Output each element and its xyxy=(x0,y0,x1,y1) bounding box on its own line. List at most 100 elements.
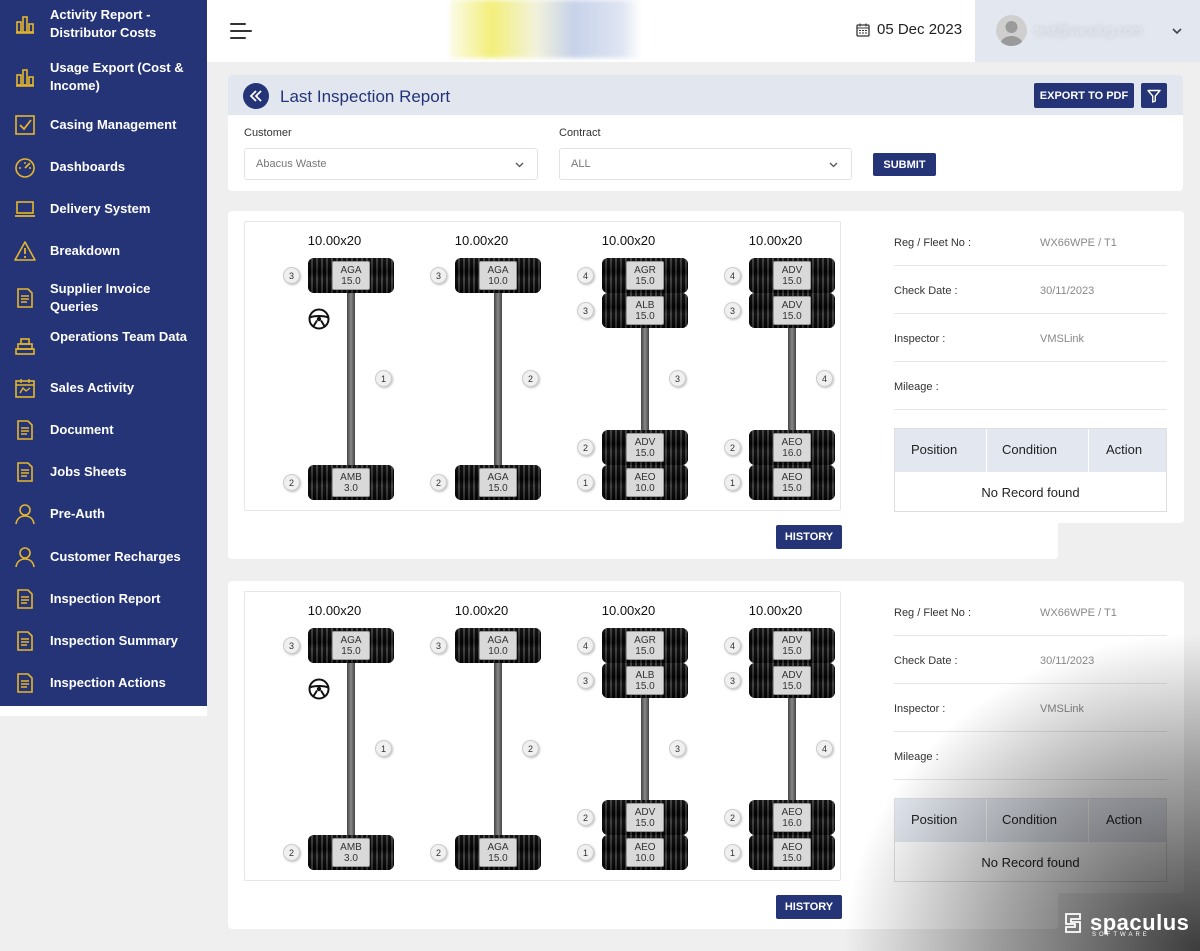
tyre[interactable]: ALB 15.0 xyxy=(602,663,688,698)
axle-number-badge: 2 xyxy=(522,370,539,387)
tyre[interactable]: AGA 15.0 xyxy=(308,628,394,663)
info-row-check-date: Check Date : 30/11/2023 xyxy=(894,636,1167,684)
tyre-position-badge: 2 xyxy=(430,844,447,861)
tyre-position-badge: 2 xyxy=(577,439,594,456)
tyre[interactable]: AGR 15.0 xyxy=(602,628,688,663)
tyre-position-badge: 2 xyxy=(724,439,741,456)
export-pdf-button[interactable]: EXPORT TO PDF xyxy=(1034,83,1134,108)
tyre-info-label: ADV 15.0 xyxy=(773,666,811,695)
menu-toggle-icon[interactable] xyxy=(229,19,253,43)
submit-button[interactable]: SUBMIT xyxy=(873,153,936,176)
page-title: Last Inspection Report xyxy=(280,87,451,106)
column-header-position[interactable]: Position xyxy=(911,442,957,457)
tyre[interactable]: ADV 15.0 xyxy=(749,663,835,698)
sidebar-item-inspection-report[interactable]: Inspection Report xyxy=(0,581,207,617)
tyre[interactable]: ADV 15.0 xyxy=(749,628,835,663)
tyre[interactable]: AEO 16.0 xyxy=(749,800,835,835)
column-header-position[interactable]: Position xyxy=(911,812,957,827)
customer-select[interactable]: Abacus Waste xyxy=(244,148,538,180)
tread-depth: 3.0 xyxy=(344,483,358,494)
axle-shaft xyxy=(494,282,502,482)
axle-diagram: 10.00x20 1 AGA 15.0 3 AMB 3.0 2 10.00x20 2 AGA 10.0… xyxy=(244,221,841,511)
inspection-info-card: Reg / Fleet No : WX66WPE / T1 Check Date :… xyxy=(878,581,1184,893)
sidebar-item-operations-team-data[interactable]: Operations Team Data xyxy=(0,328,207,364)
sidebar-item-label: Pre-Auth xyxy=(50,506,105,521)
tyre[interactable]: AMB 3.0 xyxy=(308,465,394,500)
chevron-down-icon[interactable] xyxy=(1170,24,1184,38)
tyre[interactable]: AEO 10.0 xyxy=(602,835,688,870)
contract-select[interactable]: ALL xyxy=(559,148,852,180)
inspector-value: VMSLink xyxy=(1040,703,1085,715)
axle-4: 10.00x20 4 ADV 15.0 4 ADV 15.0 3 AEO 16.0 2 AEO 15.0… xyxy=(702,222,849,512)
tyre-info-label: AEO 10.0 xyxy=(626,838,664,867)
tyre-info-label: AGA 10.0 xyxy=(479,261,517,290)
tyre[interactable]: ADV 15.0 xyxy=(749,258,835,293)
sidebar-item-delivery-system[interactable]: Delivery System xyxy=(0,191,207,227)
history-button[interactable]: HISTORY xyxy=(776,895,842,919)
customer-label: Customer xyxy=(244,127,292,139)
tyre[interactable]: AGA 15.0 xyxy=(455,465,541,500)
column-header-action[interactable]: Action xyxy=(1106,442,1142,457)
sidebar-item-pre-auth[interactable]: Pre-Auth xyxy=(0,496,207,532)
reg-fleet-label: Reg / Fleet No : xyxy=(894,607,972,619)
tyre-code: AGA xyxy=(487,265,509,276)
back-button[interactable] xyxy=(243,83,269,109)
inspector-label: Inspector : xyxy=(894,333,946,345)
document-icon xyxy=(13,587,37,611)
watermark-name: spaculus xyxy=(1090,910,1190,935)
tyre-position-badge: 1 xyxy=(724,844,741,861)
tyre[interactable]: ALB 15.0 xyxy=(602,293,688,328)
tyre-code: AGR xyxy=(634,635,656,646)
sidebar-item-inspection-actions[interactable]: Inspection Actions xyxy=(0,665,207,701)
sidebar-item-supplier-invoice-queries[interactable]: Supplier Invoice Queries xyxy=(0,280,207,316)
tyre[interactable]: ADV 15.0 xyxy=(749,293,835,328)
tyre[interactable]: AEO 15.0 xyxy=(749,465,835,500)
column-header-action[interactable]: Action xyxy=(1106,812,1142,827)
sidebar-item-label: Inspection Report xyxy=(50,591,161,606)
tyre-size-label: 10.00x20 xyxy=(454,233,509,248)
tyre[interactable]: ADV 15.0 xyxy=(602,800,688,835)
user-menu[interactable]: test@vaculug.com xyxy=(975,0,1200,62)
sidebar-item-casing-management[interactable]: Casing Management xyxy=(0,107,207,143)
tyre[interactable]: AEO 10.0 xyxy=(602,465,688,500)
avatar[interactable] xyxy=(996,15,1027,46)
tyre[interactable]: AMB 3.0 xyxy=(308,835,394,870)
tyre-code: AEO xyxy=(781,472,803,483)
sidebar-item-activity-report-distributor-costs[interactable]: Activity Report - Distributor Costs xyxy=(0,6,207,42)
chevron-down-icon xyxy=(515,162,524,168)
tyre[interactable]: AGA 15.0 xyxy=(455,835,541,870)
tyre-code: ALB xyxy=(635,670,655,681)
column-header-condition[interactable]: Condition xyxy=(1002,442,1057,457)
sidebar-item-inspection-summary[interactable]: Inspection Summary xyxy=(0,623,207,659)
sidebar-item-dashboards[interactable]: Dashboards xyxy=(0,149,207,185)
tyre[interactable]: AEO 16.0 xyxy=(749,430,835,465)
sidebar-item-label: Operations Team Data xyxy=(50,329,188,344)
tyre-position-badge: 1 xyxy=(577,474,594,491)
user-email[interactable]: test@vaculug.com xyxy=(1035,23,1142,38)
sidebar-item-label: Inspection Actions xyxy=(50,675,166,690)
sidebar-item-document[interactable]: Document xyxy=(0,412,207,448)
tyre[interactable]: ADV 15.0 xyxy=(602,430,688,465)
sidebar-item-sales-activity[interactable]: Sales Activity xyxy=(0,370,207,406)
tyre[interactable]: AGA 10.0 xyxy=(455,628,541,663)
tyre[interactable]: AGA 10.0 xyxy=(455,258,541,293)
tyre[interactable]: AGR 15.0 xyxy=(602,258,688,293)
column-header-condition[interactable]: Condition xyxy=(1002,812,1057,827)
column-divider xyxy=(986,799,987,842)
tyre[interactable]: AEO 15.0 xyxy=(749,835,835,870)
filter-button[interactable] xyxy=(1141,83,1167,108)
tyre-code: AGA xyxy=(487,472,509,483)
history-button[interactable]: HISTORY xyxy=(776,525,842,549)
mileage-label: Mileage : xyxy=(894,381,939,393)
sidebar-item-breakdown[interactable]: Breakdown xyxy=(0,233,207,269)
watermark-logo: spaculus SOFTWARE xyxy=(1062,910,1190,938)
tread-depth: 15.0 xyxy=(488,853,508,864)
sidebar-item-usage-export-cost-income[interactable]: Usage Export (Cost & Income) xyxy=(0,59,207,95)
tyre-position-badge: 4 xyxy=(577,637,594,654)
sidebar-item-label: Dashboards xyxy=(50,159,126,174)
sidebar-item-jobs-sheets[interactable]: Jobs Sheets xyxy=(0,454,207,490)
table-header: Position Condition Action xyxy=(895,429,1166,472)
chevron-down-icon xyxy=(829,162,838,168)
sidebar-item-customer-recharges[interactable]: Customer Recharges xyxy=(0,539,207,575)
tyre[interactable]: AGA 15.0 xyxy=(308,258,394,293)
